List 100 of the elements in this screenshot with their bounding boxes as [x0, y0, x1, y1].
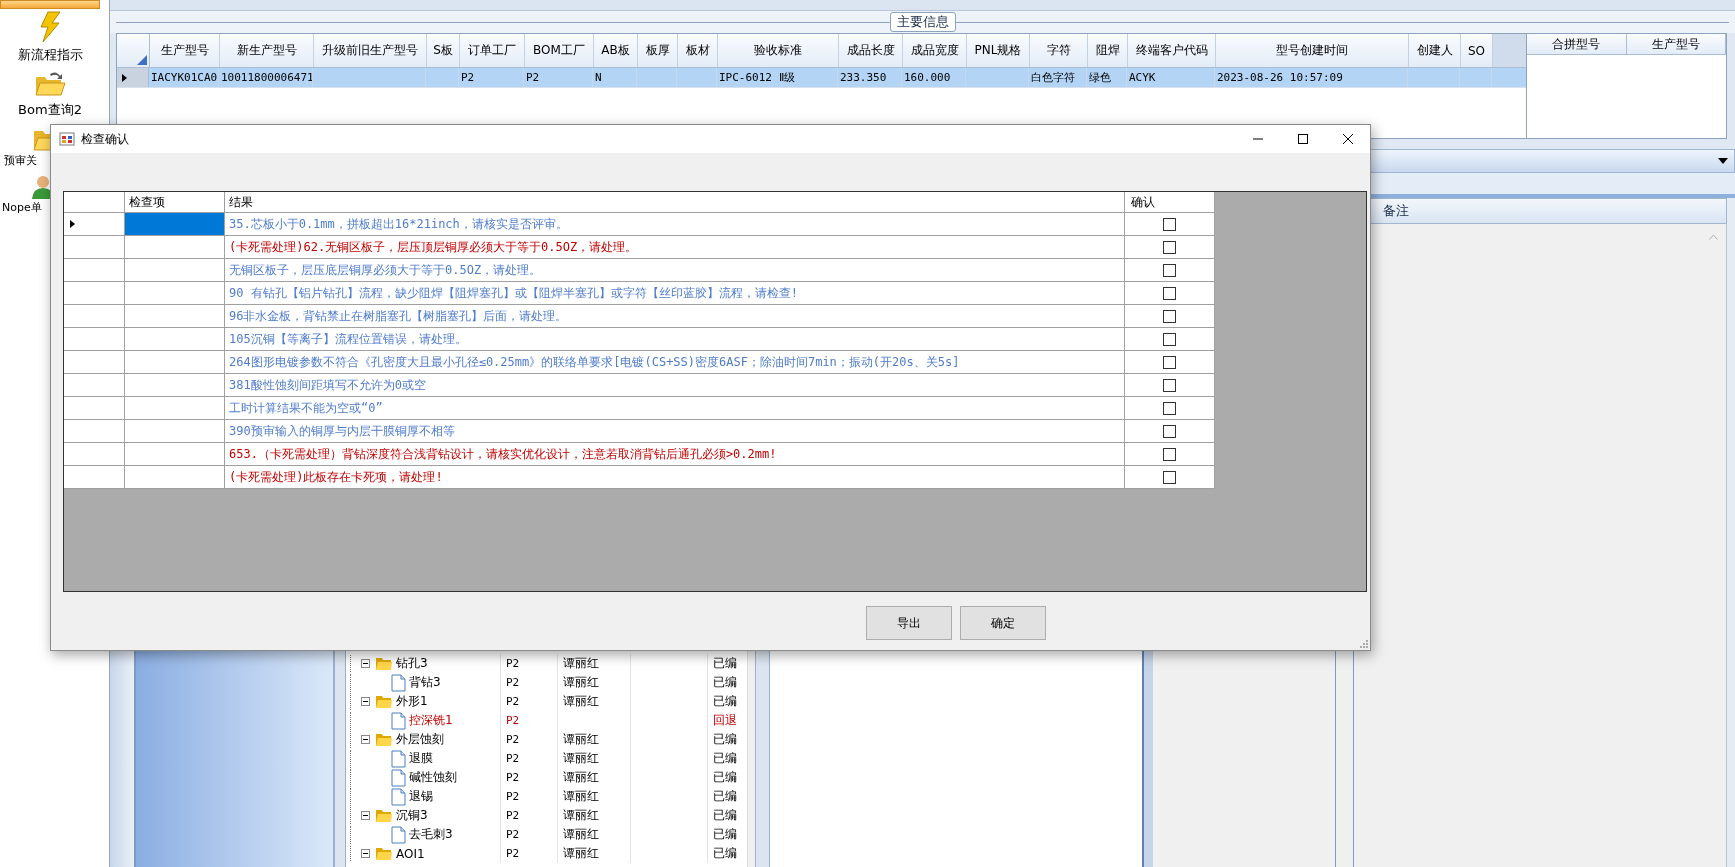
table-cell: 已编 [713, 826, 737, 843]
resize-grip-icon[interactable] [1360, 640, 1368, 648]
table-cell: P2 [506, 809, 520, 822]
checkbox[interactable] [1163, 217, 1176, 231]
table-cell: 谭丽红 [563, 693, 599, 710]
group-title: 主要信息 [889, 12, 956, 32]
table-cell: 谭丽红 [563, 750, 599, 767]
collapse-icon[interactable] [361, 849, 370, 858]
checkbox[interactable] [1163, 240, 1176, 254]
tree-row[interactable]: 沉铜3 P2 谭丽红 已编 [346, 806, 747, 825]
table-cell: 已编 [713, 807, 737, 824]
table-cell: 白色字符 [1029, 68, 1087, 87]
table-cell: 谭丽红 [563, 731, 599, 748]
column-header[interactable]: 新生产型号 [220, 34, 314, 67]
collapse-icon[interactable] [361, 811, 370, 820]
selected-cell[interactable] [125, 213, 225, 236]
current-row-icon [122, 73, 127, 82]
table-cell: P2 [506, 714, 520, 727]
document-icon [391, 749, 406, 768]
checkbox[interactable] [1163, 263, 1176, 277]
tree-row[interactable]: 退锡 P2 谭丽红 已编 [346, 787, 747, 806]
folder-icon[interactable] [34, 70, 66, 98]
column-header[interactable]: 字符 [1030, 34, 1088, 67]
folder-icon [375, 808, 393, 823]
dropdown-icon[interactable] [1718, 158, 1728, 164]
tree-row[interactable]: 钻孔3 P2 谭丽红 已编 [346, 654, 747, 673]
table-cell: 无铜区板子，层压底层铜厚必须大于等于0.5OZ，请处理。 [229, 261, 542, 279]
checkbox[interactable] [1163, 309, 1176, 323]
close-icon[interactable] [1342, 133, 1354, 145]
column-header[interactable]: 阻焊 [1088, 34, 1128, 67]
sidebar-active-item[interactable] [0, 0, 100, 9]
checkbox[interactable] [1163, 470, 1176, 484]
table-cell: 回退 [713, 712, 737, 729]
collapse-icon[interactable] [361, 659, 370, 668]
sidebar-item-label[interactable]: 新流程指示 [17, 46, 83, 64]
tree-row[interactable]: 碱性蚀刻 P2 谭丽红 已编 [346, 768, 747, 787]
column-header[interactable]: 型号创建时间 [1216, 34, 1409, 67]
column-header[interactable]: 验收标准 [718, 34, 839, 67]
table-cell: 160.000 [902, 68, 966, 87]
column-header[interactable]: 终端客户代码 [1128, 34, 1216, 67]
checkbox[interactable] [1163, 378, 1176, 392]
sidebar-item-label[interactable]: 预审关 [4, 153, 37, 168]
checkbox[interactable] [1163, 286, 1176, 300]
checkbox[interactable] [1163, 401, 1176, 415]
tree-item-label: 外形1 [396, 693, 428, 710]
dialog-button[interactable]: 导出 [866, 606, 952, 640]
column-header[interactable]: 结果 [229, 193, 253, 211]
tree-row[interactable]: 控深铣1 P2 回退 [346, 711, 747, 730]
maximize-icon[interactable] [1297, 133, 1309, 145]
column-header[interactable]: 创建人 [1409, 34, 1461, 67]
table-cell: 105沉铜【等离子】流程位置错误，请处理。 [229, 330, 467, 348]
document-icon [391, 768, 406, 787]
column-header[interactable]: 生产型号 [150, 34, 220, 67]
folder-icon [375, 846, 393, 861]
column-header[interactable]: PNL规格 [967, 34, 1030, 67]
lightning-icon[interactable] [38, 11, 62, 43]
column-header[interactable]: BOM工厂 [525, 34, 594, 67]
collapse-icon[interactable] [361, 697, 370, 706]
column-header[interactable]: 确认 [1131, 193, 1155, 211]
column-header[interactable]: 成品宽度 [903, 34, 967, 67]
column-header[interactable]: AB板 [594, 34, 638, 67]
table-cell: 已编 [713, 845, 737, 862]
table-cell: 已编 [713, 693, 737, 710]
checkbox[interactable] [1163, 424, 1176, 438]
sidebar-item-label[interactable]: Nope单 [2, 200, 42, 215]
checkbox[interactable] [1163, 355, 1176, 369]
table-cell: 谭丽红 [563, 674, 599, 691]
column-header[interactable]: 合拼型号 [1527, 34, 1627, 54]
table-cell: P2 [506, 676, 520, 689]
dialog-button[interactable]: 确定 [960, 606, 1046, 640]
tree-row[interactable]: 外层蚀刻 P2 谭丽红 已编 [346, 730, 747, 749]
tree-row[interactable]: 背钻3 P2 谭丽红 已编 [346, 673, 747, 692]
table-cell: 谭丽红 [563, 807, 599, 824]
table-cell[interactable] [125, 466, 225, 489]
scroll-up-icon[interactable] [1709, 234, 1718, 240]
tree-row[interactable]: 退膜 P2 谭丽红 已编 [346, 749, 747, 768]
table-cell: 谭丽红 [563, 655, 599, 672]
corner-header[interactable] [64, 192, 125, 213]
column-header[interactable]: S板 [427, 34, 460, 67]
tree-item-label: 去毛刺3 [409, 826, 453, 843]
tree-item-label: 外层蚀刻 [396, 731, 444, 748]
sidebar-item-label[interactable]: Bom查询2 [18, 101, 82, 119]
column-header[interactable]: 板厚 [638, 34, 678, 67]
tree-row[interactable]: 外形1 P2 谭丽红 已编 [346, 692, 747, 711]
column-header[interactable]: 订单工厂 [460, 34, 525, 67]
checkbox[interactable] [1163, 332, 1176, 346]
header-filler [1493, 34, 1526, 67]
row-header[interactable] [117, 68, 149, 87]
table-cell: P2 [506, 733, 520, 746]
column-header[interactable]: 检查项 [129, 193, 165, 211]
tree-row[interactable]: 去毛刺3 P2 谭丽红 已编 [346, 825, 747, 844]
column-header[interactable]: 生产型号 [1626, 34, 1726, 54]
table-cell: P2 [506, 847, 520, 860]
table-cell: P2 [506, 752, 520, 765]
column-header[interactable]: 板材 [678, 34, 718, 67]
tree-row[interactable]: AOI1 P2 谭丽红 已编 [346, 844, 747, 863]
collapse-icon[interactable] [361, 735, 370, 744]
checkbox[interactable] [1163, 447, 1176, 461]
column-header[interactable]: 成品长度 [839, 34, 903, 67]
column-header[interactable]: 升级前旧生产型号 [314, 34, 427, 67]
